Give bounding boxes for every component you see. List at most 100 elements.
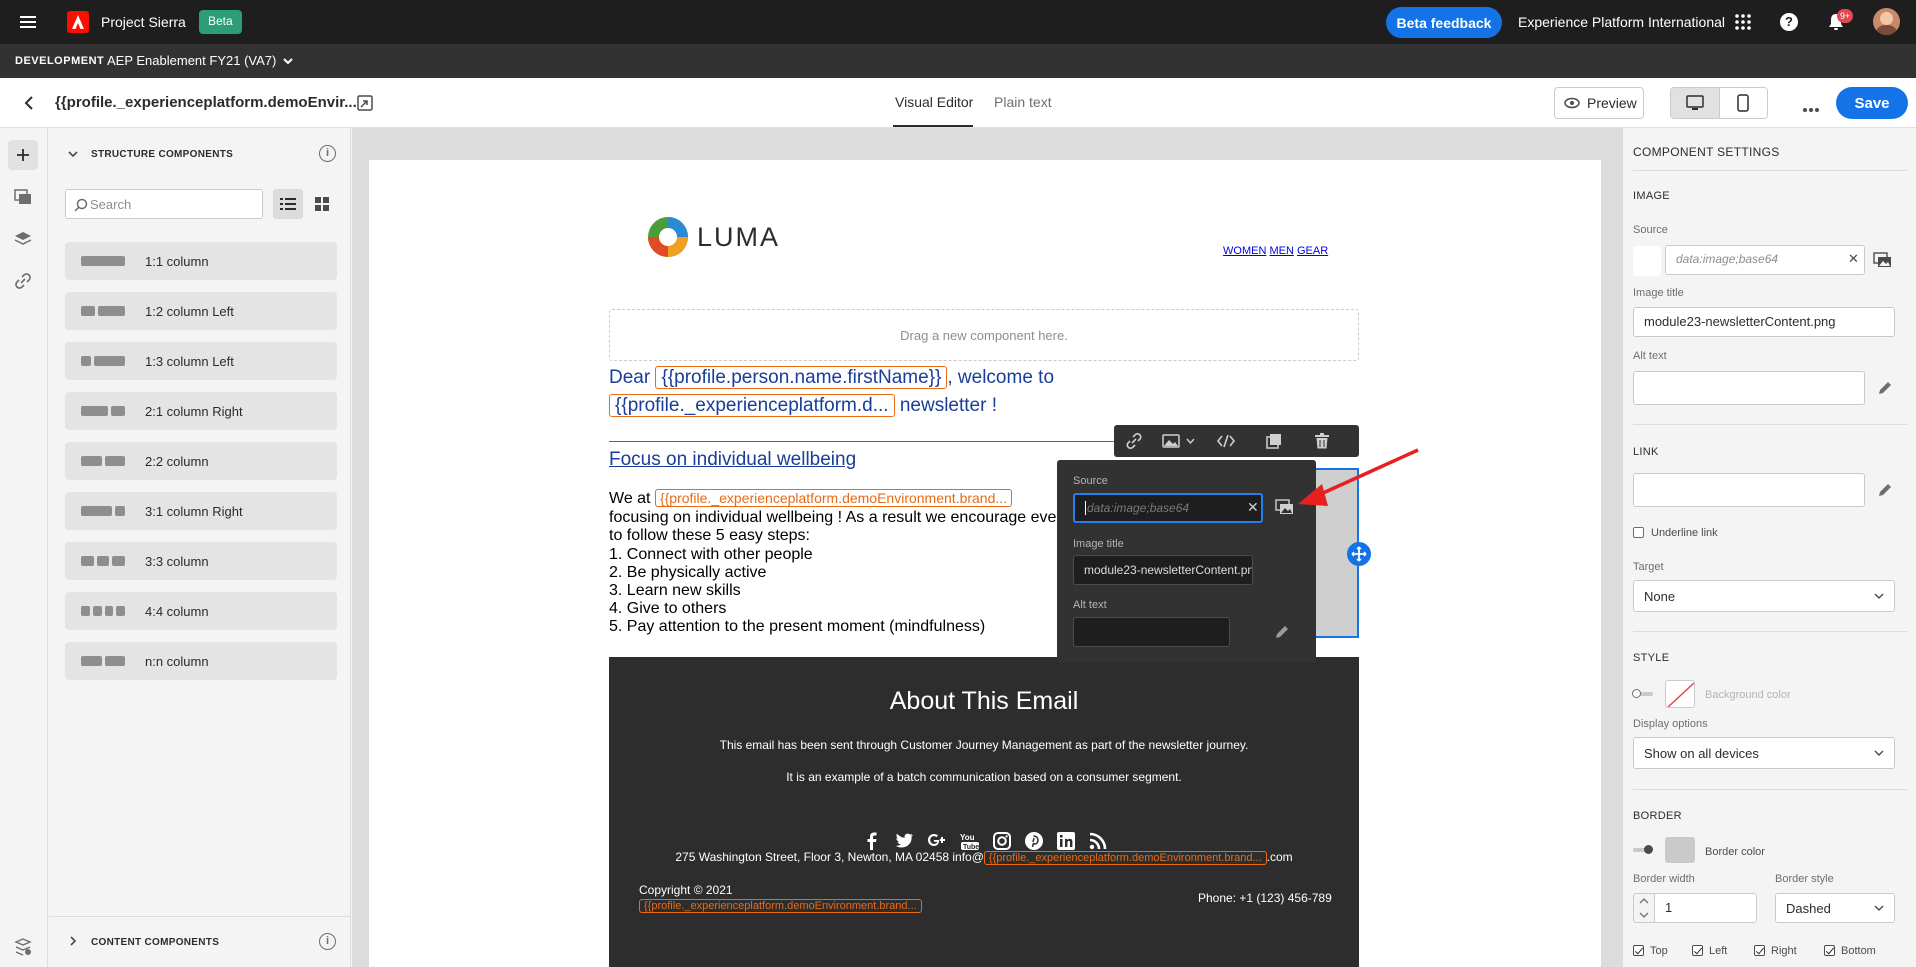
- structure-components-header[interactable]: STRUCTURE COMPONENTS: [91, 149, 233, 160]
- nav-link-gear[interactable]: GEAR: [1297, 245, 1328, 257]
- settings-layers-icon[interactable]: [14, 938, 32, 956]
- edit-pencil-icon[interactable]: [1877, 482, 1893, 498]
- eye-icon: [1564, 97, 1580, 109]
- browse-assets-icon[interactable]: [1873, 251, 1893, 271]
- annotation-arrow-icon: [1298, 448, 1419, 506]
- content-components-header[interactable]: CONTENT COMPONENTS: [91, 937, 219, 948]
- org-switcher[interactable]: Experience Platform International: [1518, 14, 1725, 30]
- structure-component-item[interactable]: 3:1 column Right: [65, 492, 337, 530]
- bg-color-swatch[interactable]: [1665, 680, 1695, 708]
- tab-plain-text[interactable]: Plain text: [994, 94, 1052, 110]
- user-avatar[interactable]: [1873, 8, 1900, 35]
- border-left-checkbox[interactable]: [1692, 945, 1703, 956]
- grid-view-icon[interactable]: [307, 189, 337, 219]
- underline-link-checkbox[interactable]: [1633, 527, 1644, 538]
- greeting-line-1[interactable]: Dear {{profile.person.name.firstName}}, …: [609, 364, 1054, 392]
- code-icon[interactable]: [1202, 434, 1250, 448]
- structure-component-item[interactable]: 2:2 column: [65, 442, 337, 480]
- beta-feedback-button[interactable]: Beta feedback: [1386, 7, 1502, 38]
- border-width-label: Border width: [1633, 873, 1695, 885]
- clear-icon[interactable]: ✕: [1247, 499, 1259, 516]
- hamburger-menu-icon[interactable]: [18, 12, 38, 32]
- source-input[interactable]: data:image;base64 ✕: [1665, 245, 1865, 275]
- info-icon[interactable]: i: [319, 145, 336, 162]
- structure-component-item[interactable]: 2:1 column Right: [65, 392, 337, 430]
- border-width-stepper[interactable]: [1633, 893, 1655, 923]
- image-title-input[interactable]: module23-newsletterContent.png: [1633, 307, 1895, 337]
- personalization-token[interactable]: {{profile._experienceplatform.d...: [609, 394, 895, 417]
- info-icon[interactable]: i: [319, 933, 336, 950]
- border-bottom-checkbox[interactable]: [1824, 945, 1835, 956]
- youtube-icon[interactable]: YouTube: [960, 831, 980, 851]
- list-view-icon[interactable]: [273, 189, 303, 219]
- link-icon[interactable]: [14, 272, 32, 290]
- move-handle-icon[interactable]: [1347, 542, 1371, 566]
- component-search-input[interactable]: Search: [65, 189, 263, 219]
- document-title: {{profile._experienceplatform.demoEnvir.…: [55, 94, 357, 111]
- footer-text-2: It is an example of a batch communicatio…: [786, 770, 1182, 784]
- chevron-down-icon[interactable]: [67, 148, 79, 160]
- display-options-select[interactable]: Show on all devices: [1633, 737, 1895, 769]
- alt-text-input[interactable]: [1633, 371, 1865, 405]
- structure-component-item[interactable]: 1:3 column Left: [65, 342, 337, 380]
- bg-color-toggle[interactable]: [1632, 689, 1653, 698]
- border-style-select[interactable]: Dashed: [1775, 893, 1895, 923]
- personalization-token[interactable]: {{profile._experienceplatform.demoEnviro…: [983, 851, 1267, 865]
- pinterest-icon[interactable]: [1024, 831, 1044, 851]
- facebook-icon[interactable]: [862, 831, 882, 851]
- border-color-toggle[interactable]: [1633, 845, 1653, 854]
- structure-component-item[interactable]: n:n column: [65, 642, 337, 680]
- link-input[interactable]: [1633, 473, 1865, 507]
- assets-icon[interactable]: [14, 188, 32, 206]
- drop-zone[interactable]: Drag a new component here.: [609, 309, 1359, 361]
- clear-icon[interactable]: ✕: [1848, 251, 1859, 267]
- rss-icon[interactable]: [1088, 831, 1108, 851]
- structure-component-item[interactable]: 1:1 column: [65, 242, 337, 280]
- personalization-token[interactable]: {{profile._experienceplatform.demoEnviro…: [654, 489, 1013, 507]
- apps-grid-icon[interactable]: [1734, 13, 1752, 31]
- add-component-icon[interactable]: [8, 140, 38, 170]
- structure-component-item[interactable]: 3:3 column: [65, 542, 337, 580]
- linkedin-icon[interactable]: [1056, 831, 1076, 851]
- border-color-swatch[interactable]: [1665, 837, 1695, 863]
- tab-visual-editor[interactable]: Visual Editor: [895, 94, 973, 110]
- structure-component-item[interactable]: 1:2 column Left: [65, 292, 337, 330]
- popover-image-title-input[interactable]: module23-newsletterContent.png: [1073, 555, 1253, 585]
- desktop-view-icon[interactable]: [1671, 88, 1719, 118]
- preview-button[interactable]: Preview: [1554, 87, 1644, 119]
- headline-link[interactable]: Focus on individual wellbeing: [609, 449, 856, 471]
- instagram-icon[interactable]: [992, 831, 1012, 851]
- target-select[interactable]: None: [1633, 580, 1895, 612]
- twitter-icon[interactable]: [894, 831, 914, 851]
- border-color-label: Border color: [1705, 846, 1765, 858]
- chevron-right-icon[interactable]: [67, 935, 79, 947]
- popover-source-input[interactable]: data:image;base64 ✕: [1073, 493, 1263, 523]
- popover-alt-text-input[interactable]: [1073, 617, 1230, 647]
- link-icon[interactable]: [1114, 433, 1154, 449]
- divider: [1633, 424, 1907, 425]
- border-top-checkbox[interactable]: [1633, 945, 1644, 956]
- sandbox-name[interactable]: AEP Enablement FY21 (VA7): [107, 53, 276, 68]
- bg-color-label: Background color: [1705, 689, 1791, 701]
- help-icon[interactable]: ?: [1780, 13, 1798, 31]
- nav-link-women[interactable]: WOMEN: [1223, 245, 1266, 257]
- duplicate-icon[interactable]: [1250, 433, 1298, 449]
- chevron-down-icon[interactable]: [282, 55, 294, 67]
- edit-pencil-icon[interactable]: [1274, 624, 1290, 640]
- more-options-icon[interactable]: [1802, 101, 1820, 112]
- personalization-token[interactable]: {{profile.person.name.firstName}}: [655, 366, 948, 389]
- greeting-line-2[interactable]: {{profile._experienceplatform.d... newsl…: [609, 392, 997, 420]
- nav-link-men[interactable]: MEN: [1269, 245, 1293, 257]
- expand-screen-icon[interactable]: [356, 94, 374, 112]
- image-options-icon[interactable]: [1154, 434, 1202, 448]
- border-width-input[interactable]: 1: [1654, 893, 1757, 923]
- border-right-checkbox[interactable]: [1754, 945, 1765, 956]
- personalization-token[interactable]: {{profile._experienceplatform.demoEnviro…: [639, 899, 922, 913]
- layers-icon[interactable]: [14, 230, 32, 248]
- google-plus-icon[interactable]: [926, 831, 948, 851]
- structure-component-item[interactable]: 4:4 column: [65, 592, 337, 630]
- back-arrow-icon[interactable]: [22, 95, 38, 111]
- save-button[interactable]: Save: [1836, 87, 1908, 119]
- edit-pencil-icon[interactable]: [1877, 380, 1893, 396]
- mobile-view-icon[interactable]: [1718, 88, 1767, 118]
